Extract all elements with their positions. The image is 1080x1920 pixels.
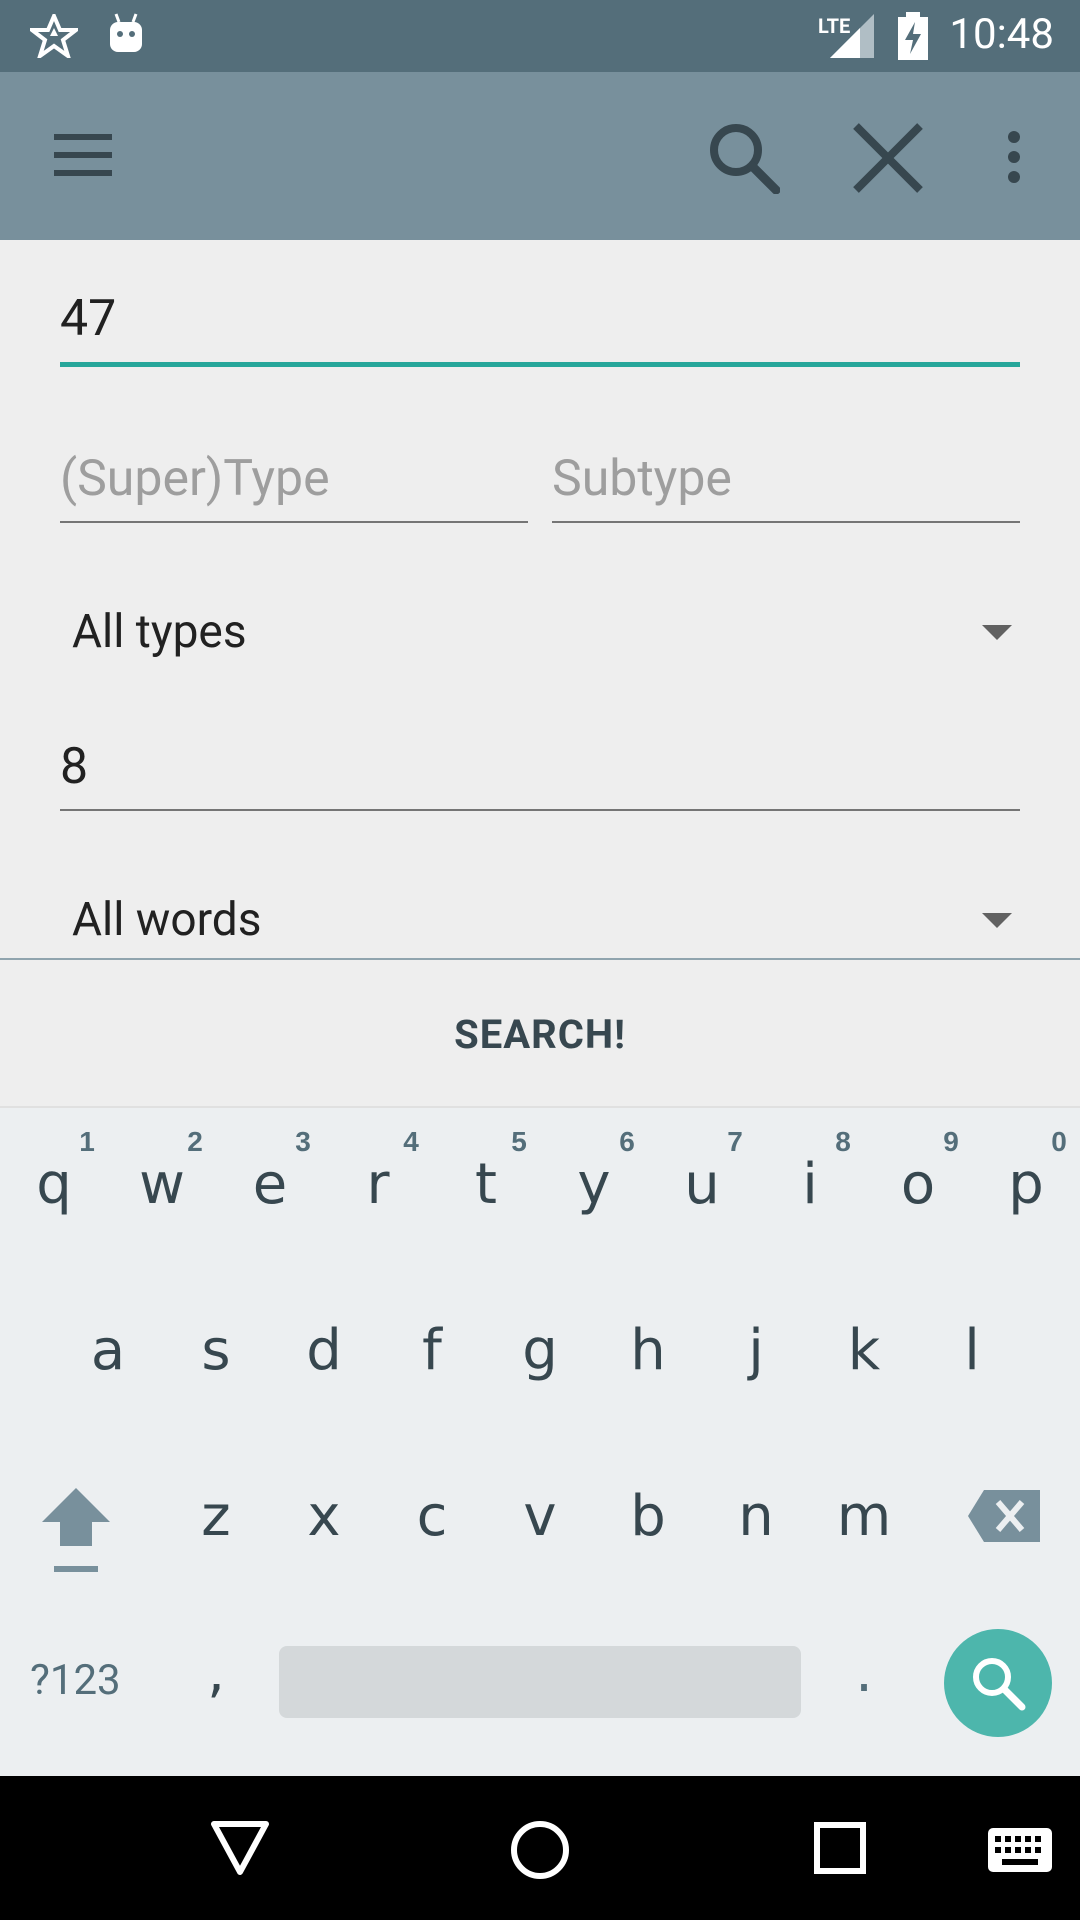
key-t[interactable]: t xyxy=(432,1152,540,1217)
more-vert-icon[interactable] xyxy=(1004,130,1024,184)
key-hint-5: 5 xyxy=(511,1126,527,1157)
key-d[interactable]: d xyxy=(270,1318,378,1383)
key-hint-7: 7 xyxy=(727,1126,743,1157)
key-hint-9: 9 xyxy=(943,1126,959,1157)
key-hint-8: 8 xyxy=(835,1126,851,1157)
supertype-field[interactable]: (Super)Type xyxy=(60,450,330,508)
key-i[interactable]: i xyxy=(756,1152,864,1217)
key-v[interactable]: v xyxy=(486,1484,594,1549)
status-bar: LTE 10:48 xyxy=(0,0,1080,72)
key-hint-6: 6 xyxy=(619,1126,635,1157)
shift-icon[interactable] xyxy=(38,1486,114,1576)
type-spinner-value: All types xyxy=(72,605,247,659)
subtype-field[interactable]: Subtype xyxy=(552,450,732,508)
key-c[interactable]: c xyxy=(378,1484,486,1549)
android-debug-icon xyxy=(110,13,142,52)
key-w[interactable]: w xyxy=(108,1152,216,1217)
hamburger-menu-icon[interactable] xyxy=(54,134,112,176)
cell-signal-icon xyxy=(830,14,874,58)
key-u[interactable]: u xyxy=(648,1152,756,1217)
key-z[interactable]: z xyxy=(162,1484,270,1549)
key-j[interactable]: j xyxy=(702,1318,810,1383)
key-p[interactable]: p xyxy=(972,1152,1080,1217)
name-field[interactable]: 47 xyxy=(60,290,116,348)
dropdown-arrow-icon xyxy=(982,625,1012,640)
key-y[interactable]: y xyxy=(540,1152,648,1217)
spacebar[interactable] xyxy=(279,1646,801,1718)
key-s[interactable]: s xyxy=(162,1318,270,1383)
key-m[interactable]: m xyxy=(810,1484,918,1549)
app-star-icon xyxy=(30,14,78,58)
key-o[interactable]: o xyxy=(864,1152,972,1217)
name-field-underline xyxy=(60,362,1020,367)
keyboard-switch-icon[interactable] xyxy=(988,1828,1052,1872)
back-icon[interactable] xyxy=(210,1820,270,1876)
key-n[interactable]: n xyxy=(702,1484,810,1549)
period-key[interactable]: . xyxy=(810,1640,918,1705)
number-field[interactable]: 8 xyxy=(60,738,88,796)
key-g[interactable]: g xyxy=(486,1318,594,1383)
key-r[interactable]: r xyxy=(324,1152,432,1217)
key-hint-4: 4 xyxy=(403,1126,419,1157)
key-k[interactable]: k xyxy=(810,1318,918,1383)
subtype-field-underline xyxy=(552,521,1020,523)
key-hint-0: 0 xyxy=(1051,1126,1067,1157)
clock: 10:48 xyxy=(949,10,1054,59)
search-icon xyxy=(973,1658,1026,1711)
key-hint-3: 3 xyxy=(295,1126,311,1157)
key-e[interactable]: e xyxy=(216,1152,324,1217)
key-b[interactable]: b xyxy=(594,1484,702,1549)
home-icon[interactable] xyxy=(510,1820,570,1880)
key-hint-2: 2 xyxy=(187,1126,203,1157)
words-spinner-value: All words xyxy=(72,893,262,947)
app-toolbar xyxy=(0,72,1080,240)
recents-icon[interactable] xyxy=(814,1822,866,1874)
navigation-bar xyxy=(0,1776,1080,1920)
backspace-icon[interactable] xyxy=(966,1488,1042,1544)
key-h[interactable]: h xyxy=(594,1318,702,1383)
comma-key[interactable]: , xyxy=(162,1640,270,1705)
dropdown-arrow-icon xyxy=(982,913,1012,928)
number-field-underline xyxy=(60,809,1020,811)
key-f[interactable]: f xyxy=(378,1318,486,1383)
battery-charging-icon xyxy=(898,12,928,60)
supertype-field-underline xyxy=(60,521,528,523)
keyboard-search-button[interactable] xyxy=(944,1629,1052,1737)
close-icon[interactable] xyxy=(852,122,924,194)
search-button[interactable]: SEARCH! xyxy=(0,960,1080,1108)
key-x[interactable]: x xyxy=(270,1484,378,1549)
key-a[interactable]: a xyxy=(54,1318,162,1383)
key-q[interactable]: q xyxy=(0,1152,108,1217)
search-icon[interactable] xyxy=(706,120,780,194)
key-hint-1: 1 xyxy=(79,1126,95,1157)
key-l[interactable]: l xyxy=(918,1318,1026,1383)
symbols-key[interactable]: ?123 xyxy=(30,1656,121,1705)
